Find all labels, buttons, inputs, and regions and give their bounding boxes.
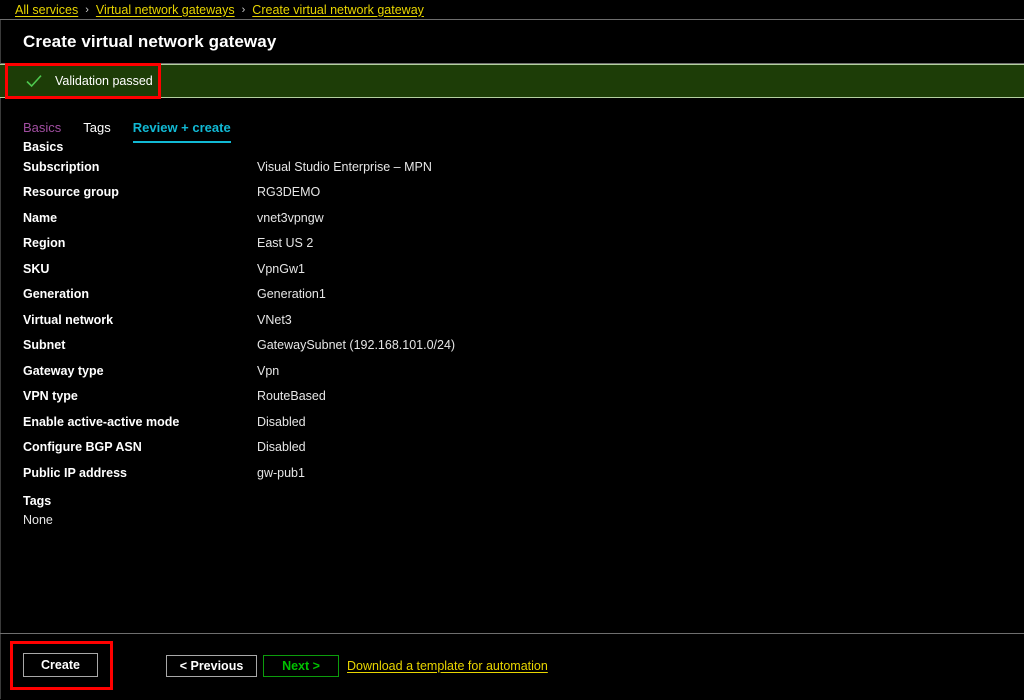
summary-row-value: gw-pub1 <box>257 465 305 480</box>
tags-value: None <box>23 513 53 528</box>
breadcrumb-separator-icon: › <box>241 3 246 16</box>
tab-tags[interactable]: Tags <box>83 120 110 141</box>
summary-row-label: VPN type <box>23 389 78 404</box>
summary-row: Gateway type Vpn <box>23 358 1024 384</box>
checkmark-icon <box>25 72 43 90</box>
summary-row: VPN type RouteBased <box>23 384 1024 410</box>
breadcrumb-link-create-virtual-network-gateway[interactable]: Create virtual network gateway <box>252 3 424 17</box>
summary-row: Name vnet3vpngw <box>23 205 1024 231</box>
create-button[interactable]: Create <box>23 653 98 677</box>
summary-row-label: Region <box>23 236 66 251</box>
summary-row: SKU VpnGw1 <box>23 256 1024 282</box>
breadcrumb: All services › Virtual network gateways … <box>0 0 1024 20</box>
summary-row-label: Configure BGP ASN <box>23 440 142 455</box>
summary-row: Subnet GatewaySubnet (192.168.101.0/24) <box>23 333 1024 359</box>
breadcrumb-separator-icon: › <box>85 3 89 16</box>
summary-row-value: VNet3 <box>257 312 292 327</box>
summary-row-value: RouteBased <box>257 389 326 404</box>
tab-basics[interactable]: Basics <box>23 120 61 141</box>
summary-row-value: East US 2 <box>257 236 314 251</box>
breadcrumb-link-all-services[interactable]: All services <box>15 3 78 17</box>
content-area: Basics Tags Review + create Basics Subsc… <box>0 98 1024 699</box>
summary-row-label: SKU <box>23 261 50 276</box>
breadcrumb-link-virtual-network-gateways[interactable]: Virtual network gateways <box>96 3 235 17</box>
basics-summary-list: Subscription Visual Studio Enterprise – … <box>1 154 1024 486</box>
summary-row-label: Resource group <box>23 185 119 200</box>
summary-row: Public IP address gw-pub1 <box>23 460 1024 486</box>
tab-review-create[interactable]: Review + create <box>132 120 231 143</box>
summary-row-label: Enable active-active mode <box>23 414 180 429</box>
next-button[interactable]: Next > <box>263 655 339 677</box>
summary-row-label: Subscription <box>23 159 100 174</box>
summary-row-value: RG3DEMO <box>257 185 321 200</box>
validation-banner-message: Validation passed <box>55 74 153 88</box>
title-bar: Create virtual network gateway <box>0 20 1024 64</box>
page-title: Create virtual network gateway <box>23 31 277 51</box>
summary-row: Resource group RG3DEMO <box>23 180 1024 206</box>
summary-row-label: Public IP address <box>23 465 127 480</box>
summary-row: Subscription Visual Studio Enterprise – … <box>23 154 1024 180</box>
summary-row-value: GatewaySubnet (192.168.101.0/24) <box>257 338 456 353</box>
summary-row: Virtual network VNet3 <box>23 307 1024 333</box>
previous-button[interactable]: < Previous <box>166 655 257 677</box>
summary-row: Enable active-active mode Disabled <box>23 409 1024 435</box>
summary-row-label: Name <box>23 210 58 225</box>
summary-row-label: Virtual network <box>23 312 114 327</box>
summary-row-value: Generation1 <box>257 287 326 302</box>
summary-row-value: Visual Studio Enterprise – MPN <box>257 159 432 174</box>
summary-row-value: vnet3vpngw <box>257 210 324 225</box>
summary-row-value: Disabled <box>257 414 306 429</box>
download-template-link[interactable]: Download a template for automation <box>347 659 548 673</box>
validation-banner: Validation passed <box>0 64 1024 98</box>
summary-row-label: Gateway type <box>23 363 104 378</box>
summary-row: Generation Generation1 <box>23 282 1024 308</box>
section-heading-tags: Tags <box>23 493 52 508</box>
summary-row-value: Disabled <box>257 440 306 455</box>
summary-row-label: Generation <box>23 287 89 302</box>
summary-row-value: Vpn <box>257 363 280 378</box>
summary-row: Region East US 2 <box>23 231 1024 257</box>
summary-row-value: VpnGw1 <box>257 261 305 276</box>
summary-row: Configure BGP ASN Disabled <box>23 435 1024 461</box>
tab-bar: Basics Tags Review + create <box>1 98 1024 143</box>
summary-row-label: Subnet <box>23 338 66 353</box>
